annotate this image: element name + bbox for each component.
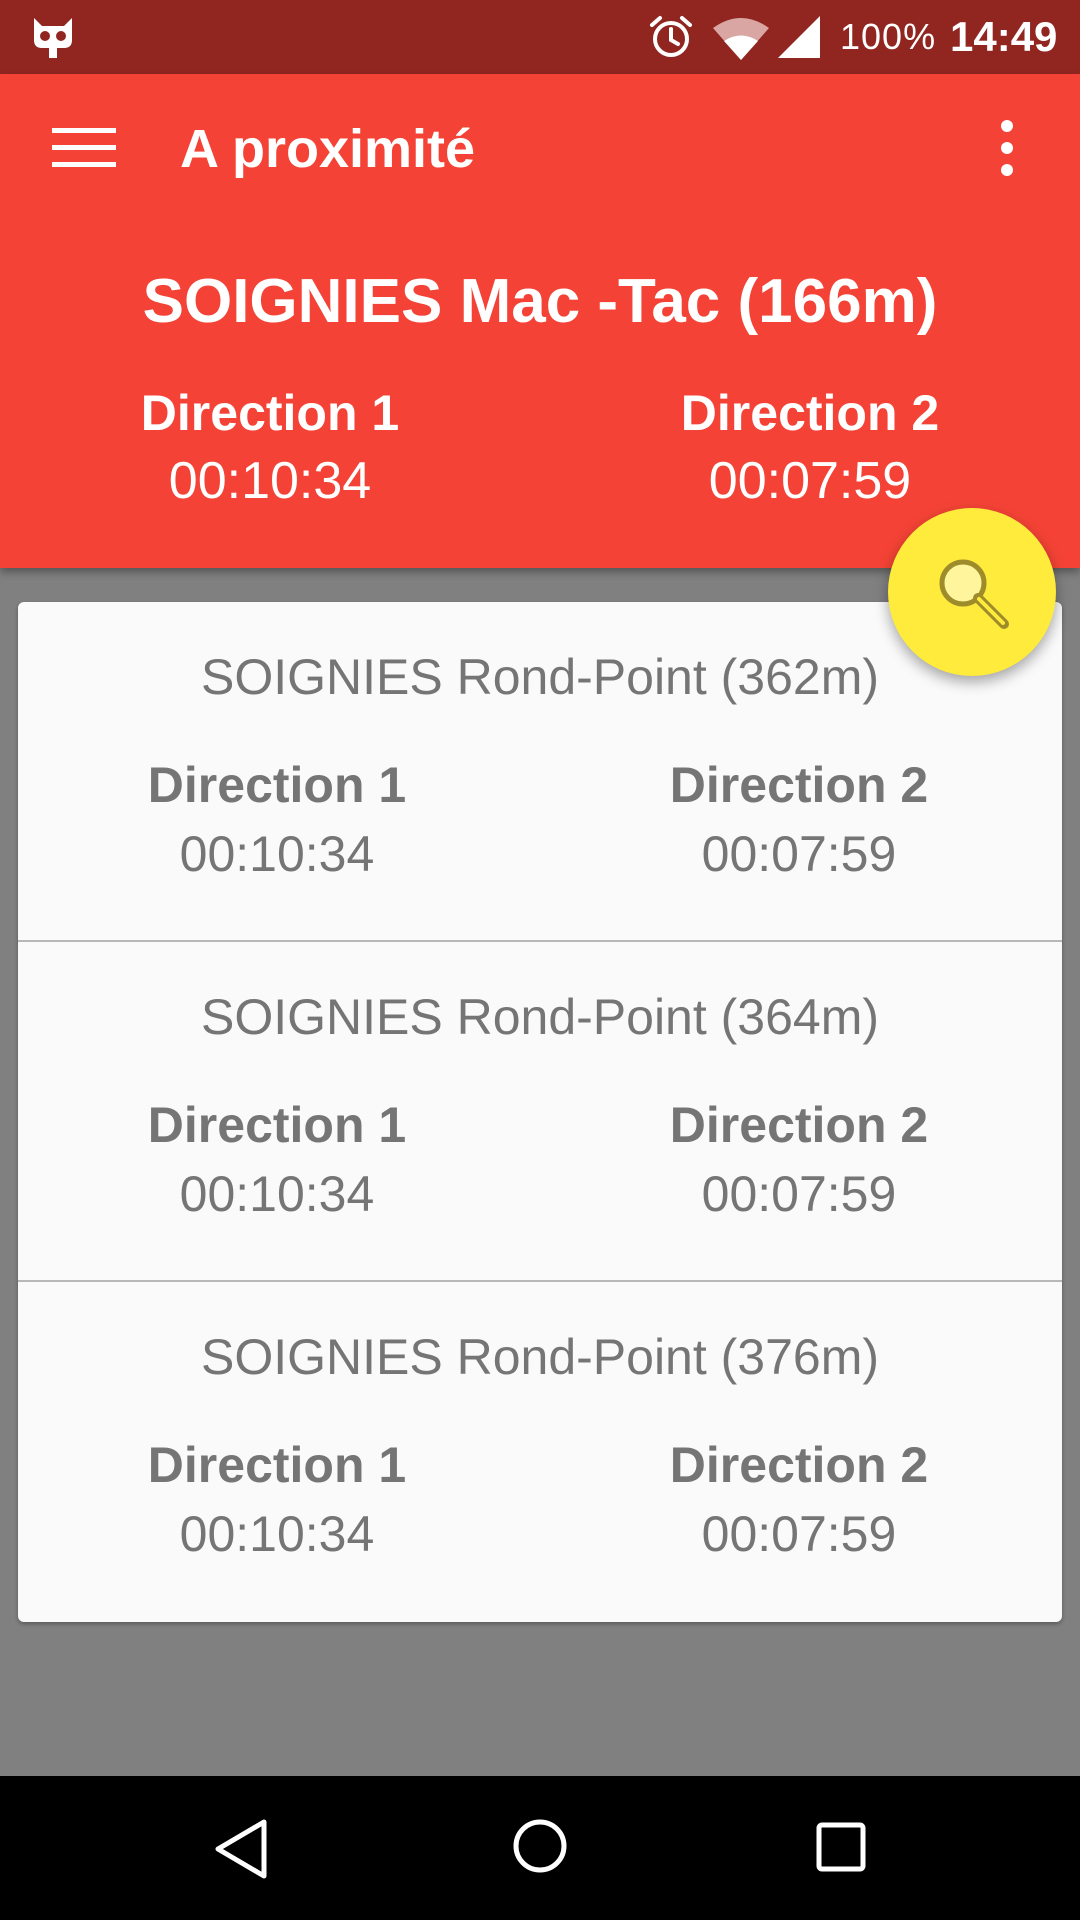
direction-label: Direction 2 (669, 1097, 929, 1153)
home-icon[interactable] (512, 1818, 568, 1874)
direction-label: Direction 1 (140, 385, 400, 441)
search-button[interactable] (888, 508, 1056, 676)
status-bar: 100% 14:49 (0, 0, 1080, 74)
direction-label: Direction 2 (669, 757, 929, 813)
direction-label: Direction 2 (669, 1437, 929, 1493)
recents-icon[interactable] (816, 1822, 866, 1872)
direction-time: 00:10:34 (168, 452, 372, 510)
app-bar: A proximité SOIGNIES Mac -Tac (166m) Dir… (0, 74, 1080, 568)
direction-time: 00:10:34 (179, 826, 375, 882)
direction-time: 00:07:59 (701, 1506, 897, 1562)
direction-label: Direction 1 (147, 757, 407, 813)
wifi-icon (713, 18, 769, 60)
nearest-direction-2: Direction 2 00:07:59 (610, 380, 1010, 516)
nearest-station-name: SOIGNIES Mac -Tac (166m) (142, 267, 938, 336)
list-item[interactable]: SOIGNIES Rond-Point (376m) Direction 1 0… (18, 1282, 1062, 1622)
cell-signal-icon (778, 16, 820, 58)
station-list: SOIGNIES Rond-Point (362m) Direction 1 0… (18, 602, 1062, 1622)
navigation-bar (0, 1776, 1080, 1920)
nearest-direction-1: Direction 1 00:10:34 (70, 380, 470, 516)
battery-level: 100% (840, 16, 937, 57)
direction-2: Direction 2 00:07:59 (599, 1432, 999, 1570)
station-name: SOIGNIES Rond-Point (362m) (200, 649, 880, 705)
station-name: SOIGNIES Rond-Point (376m) (200, 1329, 880, 1385)
direction-label: Direction 1 (147, 1097, 407, 1153)
direction-label: Direction 2 (680, 385, 940, 441)
menu-icon[interactable] (52, 126, 116, 170)
direction-label: Direction 1 (147, 1437, 407, 1493)
clock: 14:49 (950, 13, 1058, 60)
direction-2: Direction 2 00:07:59 (599, 752, 999, 890)
list-item[interactable]: SOIGNIES Rond-Point (364m) Direction 1 0… (18, 942, 1062, 1282)
direction-time: 00:07:59 (701, 826, 897, 882)
page-title: A proximité (180, 119, 476, 179)
direction-1: Direction 1 00:10:34 (77, 752, 477, 890)
direction-2: Direction 2 00:07:59 (599, 1092, 999, 1230)
alarm-icon (650, 16, 692, 57)
direction-time: 00:10:34 (179, 1166, 375, 1222)
more-options-icon[interactable] (996, 120, 1018, 176)
direction-1: Direction 1 00:10:34 (77, 1092, 477, 1230)
cyanogenmod-icon (34, 18, 72, 58)
station-name: SOIGNIES Rond-Point (364m) (200, 989, 880, 1045)
back-icon[interactable] (212, 1818, 270, 1880)
direction-time: 00:10:34 (179, 1506, 375, 1562)
direction-time: 00:07:59 (708, 452, 912, 510)
direction-1: Direction 1 00:10:34 (77, 1432, 477, 1570)
list-item[interactable]: SOIGNIES Rond-Point (362m) Direction 1 0… (18, 602, 1062, 942)
direction-time: 00:07:59 (701, 1166, 897, 1222)
search-icon (939, 559, 1009, 629)
